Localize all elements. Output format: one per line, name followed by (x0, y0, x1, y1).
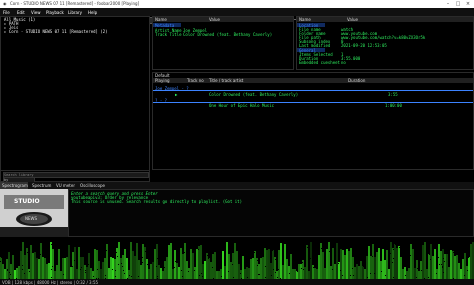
header-value: Value (347, 17, 358, 22)
album-art-image (0, 189, 68, 237)
visualization-tabs: Spectrogram Spectrum VU meter Oscillosco… (0, 182, 474, 189)
status-bar: VOB | 128 kbps | 48000 Hz | stereo | 0:3… (0, 279, 474, 285)
spectrogram-canvas (0, 237, 474, 279)
header-value: Value (209, 17, 220, 22)
play-indicator-icon: ▶ (175, 92, 178, 97)
column-duration[interactable]: Duration (348, 78, 365, 83)
playlist-row[interactable]: One Hour of Epic Halo Music 1:00:00 (153, 103, 473, 108)
album-cover: STUDIO NEWS (0, 189, 68, 237)
menu-library[interactable]: Library (68, 10, 82, 15)
column-title[interactable]: Title / track artist (209, 78, 243, 83)
properties-panel-location: Name Value Location File name watch Fold… (296, 16, 474, 70)
tree-item-album[interactable]: ▸ Corn - STUDIO NEWS 07 11 [Remastered] … (4, 29, 108, 34)
tab-oscilloscope[interactable]: Oscilloscope (80, 183, 105, 188)
menu-file[interactable]: File (3, 10, 10, 15)
track-title: Color Drowned (feat. Bethany Caverly) (209, 92, 299, 97)
menu-playback[interactable]: Playback (46, 10, 64, 15)
value-embedded-cuesheet: no (341, 60, 346, 65)
properties-header: Name Value (153, 17, 293, 22)
value-file-path: www.youtube.com/watch?v=k80vZX3Or5k (341, 35, 426, 40)
tab-vu-meter[interactable]: VU meter (56, 183, 75, 188)
console-line-3: This source is unused. Search results go… (71, 199, 242, 204)
menu-bar: File Edit View Playback Library Help 00:… (0, 8, 474, 25)
group-divider (153, 90, 473, 91)
cover-text-bottom: NEWS (25, 216, 38, 221)
search-console: Enter a search query and press Enter you… (68, 189, 474, 237)
playlist-panel: Default Playing Track no Title / track a… (152, 72, 474, 170)
playlist-row[interactable]: ▶ Color Drowned (feat. Bethany Caverly) … (153, 92, 473, 97)
close-button[interactable]: × (464, 1, 472, 7)
properties-header: Name Value (297, 17, 473, 22)
title-bar: ◉ Corn - STUDIO NEWS 07 11 [Remastered] … (0, 0, 474, 8)
library-tree[interactable]: All Music (1) ▸ PATH ▸ Jeis ▸ Corn - STU… (0, 16, 150, 171)
menu-view[interactable]: View (31, 10, 41, 15)
tab-spectrum[interactable]: Spectrum (32, 183, 51, 188)
menu-edit[interactable]: Edit (17, 10, 25, 15)
header-name: Name (155, 17, 167, 22)
column-track-no[interactable]: Track no (187, 78, 204, 83)
maximize-button[interactable]: □ (454, 1, 462, 7)
tab-spectrogram[interactable]: Spectrogram (2, 183, 28, 188)
track-duration: 3:55 (388, 92, 398, 97)
cover-text-top: STUDIO (14, 198, 40, 205)
field-track-title: Track Title (155, 32, 182, 37)
value-last-modified: 2021-09-20 12:53:05 (341, 43, 387, 48)
library-search: Search library by artist/album (0, 170, 150, 186)
properties-panel-metadata: Name Value Metadata Artist Name Joe Zemp… (152, 16, 294, 70)
status-text: VOB | 128 kbps | 48000 Hz | stereo | 0:3… (2, 280, 99, 285)
spectrogram-visualization (0, 237, 474, 279)
track-title: One Hour of Epic Halo Music (209, 103, 275, 108)
value-track-title: Color Drowned (feat. Bethany Caverly) (183, 32, 273, 37)
minimize-button[interactable]: – (444, 1, 452, 7)
track-duration: 1:00:00 (385, 103, 402, 108)
field-embedded-cuesheet: Embedded cuesheet (299, 60, 340, 65)
header-name: Name (299, 17, 311, 22)
app-icon: ◉ (3, 1, 7, 6)
playlist-columns: Playing Track no Title / track artist Du… (153, 78, 473, 83)
window-title: Corn - STUDIO NEWS 07 11 [Remastered] - … (10, 1, 140, 6)
column-playing[interactable]: Playing (155, 78, 170, 83)
menu-help[interactable]: Help (88, 10, 97, 15)
